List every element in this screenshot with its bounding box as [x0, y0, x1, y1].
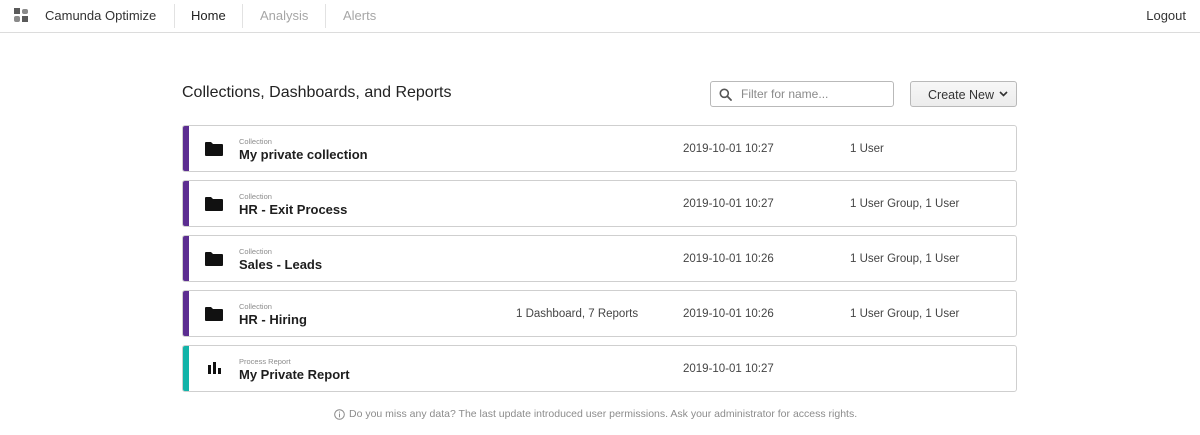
permissions-note: Do you miss any data? The last update in… [334, 408, 857, 420]
logout-button[interactable]: Logout [1146, 8, 1186, 23]
item-users: 1 User Group, 1 User [850, 198, 960, 210]
nav-divider [325, 4, 326, 28]
item-users: 1 User Group, 1 User [850, 253, 960, 265]
item-type-label: Collection [239, 247, 272, 256]
page-title: Collections, Dashboards, and Reports [182, 84, 452, 101]
list-item[interactable]: Collection HR - Hiring 1 Dashboard, 7 Re… [182, 290, 1017, 337]
list-item[interactable]: Collection HR - Exit Process 2019-10-01 … [182, 180, 1017, 227]
app-title[interactable]: Camunda Optimize [45, 8, 156, 23]
folder-icon [205, 252, 223, 266]
item-users: 1 User [850, 143, 884, 155]
list-item[interactable]: Collection Sales - Leads 2019-10-01 10:2… [182, 235, 1017, 282]
list-item[interactable]: Collection My private collection 2019-10… [182, 125, 1017, 172]
item-contents: 1 Dashboard, 7 Reports [516, 308, 639, 320]
item-type-label: Collection [239, 302, 272, 311]
item-modified-date: 2019-10-01 10:27 [683, 198, 774, 210]
item-type-label: Process Report [239, 357, 291, 366]
info-icon [334, 408, 345, 420]
search-icon [719, 88, 732, 101]
camunda-logo-icon[interactable] [14, 8, 29, 23]
collection-accent-bar [183, 126, 189, 171]
folder-icon [205, 197, 223, 211]
entity-list: Collection My private collection 2019-10… [182, 125, 1017, 400]
create-new-label: Create New [928, 88, 994, 102]
collection-accent-bar [183, 181, 189, 226]
item-modified-date: 2019-10-01 10:27 [683, 143, 774, 155]
nav-alerts[interactable]: Alerts [343, 8, 376, 23]
item-modified-date: 2019-10-01 10:26 [683, 308, 774, 320]
list-item[interactable]: Process Report My Private Report 2019-10… [182, 345, 1017, 392]
item-name: HR - Exit Process [239, 202, 348, 217]
folder-icon [205, 307, 223, 321]
nav-home[interactable]: Home [191, 8, 226, 23]
search-input[interactable] [741, 84, 889, 104]
item-type-label: Collection [239, 137, 272, 146]
create-new-button[interactable]: Create New [910, 81, 1017, 107]
item-users: 1 User Group, 1 User [850, 308, 960, 320]
item-name: Sales - Leads [239, 257, 323, 272]
collection-accent-bar [183, 236, 189, 281]
search-field[interactable] [710, 81, 894, 107]
item-name: HR - Hiring [239, 312, 307, 327]
chevron-down-icon [999, 91, 1008, 97]
report-accent-bar [183, 346, 189, 391]
item-type-label: Collection [239, 192, 272, 201]
nav-divider [242, 4, 243, 28]
nav-analysis[interactable]: Analysis [260, 8, 308, 23]
item-name: My Private Report [239, 367, 350, 382]
permissions-note-text: Do you miss any data? The last update in… [349, 408, 858, 420]
folder-icon [205, 142, 223, 156]
collection-accent-bar [183, 291, 189, 336]
bar-chart-icon [208, 362, 221, 374]
nav-divider [174, 4, 175, 28]
item-modified-date: 2019-10-01 10:27 [683, 363, 774, 375]
item-name: My private collection [239, 147, 368, 162]
top-header: Camunda Optimize Home Analysis Alerts Lo… [0, 0, 1200, 33]
item-modified-date: 2019-10-01 10:26 [683, 253, 774, 265]
